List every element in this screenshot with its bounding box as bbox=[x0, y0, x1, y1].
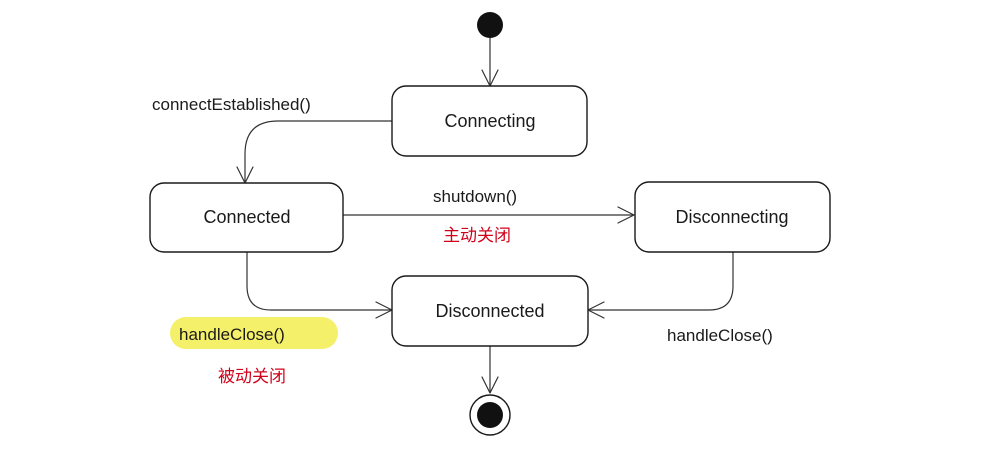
state-diagram: Connecting Connected Disconnecting Disco… bbox=[149, 12, 831, 436]
edge-disconnected-to-final bbox=[481, 346, 499, 394]
state-connecting-label: Connecting bbox=[444, 111, 535, 131]
transition-label-handle-close-right: handleClose() bbox=[667, 326, 773, 345]
state-connected-label: Connected bbox=[203, 207, 290, 227]
final-state-node bbox=[469, 394, 511, 436]
initial-state-node bbox=[477, 12, 503, 38]
edge-disconnecting-to-disconnected bbox=[587, 252, 734, 319]
state-connected: Connected bbox=[149, 182, 344, 253]
handle-close-left-highlighted: handleClose() bbox=[170, 317, 338, 349]
annotation-active-close: 主动关闭 bbox=[443, 226, 511, 246]
transition-label-connect-established: connectEstablished() bbox=[152, 95, 311, 114]
state-disconnected: Disconnected bbox=[391, 275, 589, 347]
state-disconnecting: Disconnecting bbox=[634, 181, 831, 253]
transition-label-shutdown: shutdown() bbox=[433, 187, 517, 206]
edge-connecting-to-connected bbox=[236, 120, 392, 184]
annotation-passive-close: 被动关闭 bbox=[218, 367, 286, 387]
edge-connected-to-disconnected bbox=[246, 252, 393, 319]
transition-label-handle-close-left: handleClose() bbox=[179, 325, 285, 344]
state-disconnecting-label: Disconnecting bbox=[675, 207, 788, 227]
edge-connected-to-disconnecting bbox=[343, 206, 635, 224]
state-connecting: Connecting bbox=[391, 85, 588, 157]
state-disconnected-label: Disconnected bbox=[435, 301, 544, 321]
edge-initial-to-connecting bbox=[481, 38, 499, 87]
